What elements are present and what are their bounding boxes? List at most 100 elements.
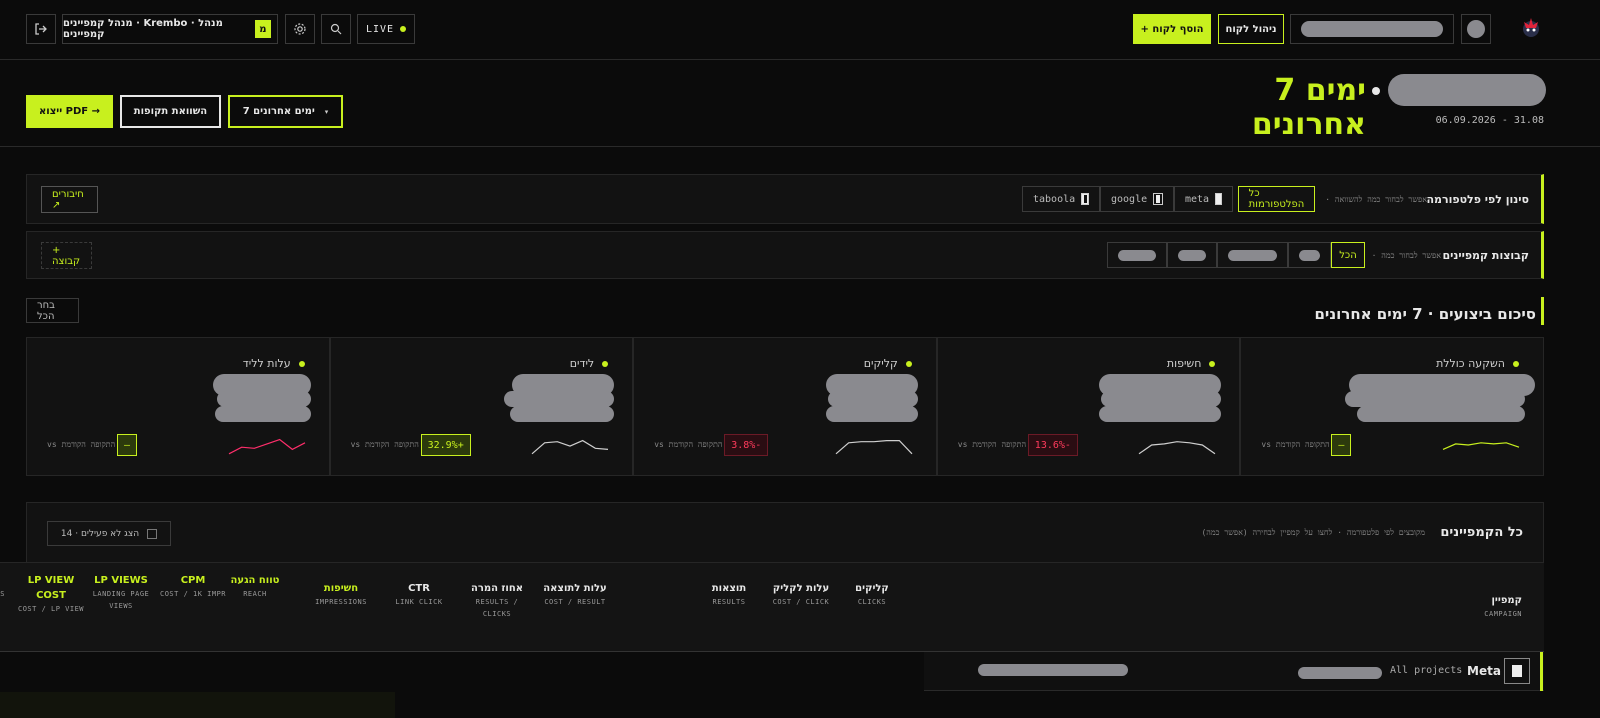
column-header-label: עלות לקליק (772, 583, 830, 594)
column-header-sublabel: REACH (243, 590, 267, 598)
column-header-label: אחוז המרה (470, 583, 524, 594)
column-header[interactable]: אחוז המרה RESULTS / CLICKS (464, 581, 530, 620)
add-group-button[interactable]: + קבוצה (41, 242, 92, 269)
campaign-groups-panel: קבוצות קמפיינים · אפשר לבחור כמה הכל + ק… (26, 231, 1544, 279)
chip-taboola-label: taboola (1033, 193, 1076, 205)
chip-taboola[interactable]: taboola (1022, 186, 1100, 212)
kpi-vs-label: vs התקופה הקודמת (1261, 440, 1330, 449)
taboola-icon (1081, 193, 1089, 205)
gear-icon[interactable] (285, 14, 315, 44)
column-header-sublabel: COST / RESULT (544, 598, 606, 606)
kpi-card[interactable]: עלות לליד — vs התקופה הקודמת (26, 337, 330, 476)
chip-google[interactable]: google (1100, 186, 1174, 212)
group-chip-1[interactable] (1288, 242, 1331, 268)
column-header-sublabel: CLICKS (857, 598, 887, 606)
client-title-redacted (1388, 74, 1546, 106)
column-header-label: CPM (180, 575, 206, 586)
column-header[interactable]: עלות לקליק COST / CLICK (768, 581, 834, 608)
chip-all-platforms[interactable]: כל הפלטפורמות (1238, 186, 1315, 212)
column-header[interactable]: חשיפות IMPRESSIONS (308, 581, 374, 608)
group-chip-2[interactable] (1217, 242, 1288, 268)
column-header-label: קמפיין (1491, 595, 1523, 606)
live-indicator[interactable]: LIVE (357, 14, 415, 44)
kpi-label: לידים (569, 357, 595, 370)
app-title: מנהל קמפיינים · Krembo · מנהל קמפיינים (63, 18, 223, 40)
kpi-label: חשיפות (1166, 357, 1202, 370)
kpi-value-redacted (214, 406, 311, 422)
column-header-label: LP VIEW COST (27, 575, 75, 601)
column-header[interactable]: קליקים CLICKS (839, 581, 905, 608)
date-range-select[interactable]: 7 ימים אחרונים ▾ (228, 95, 343, 128)
column-header[interactable]: קמפיין CAMPAIGN (1452, 593, 1522, 620)
kpi-vs-label: vs התקופה הקודמת (47, 440, 116, 449)
date-range-select-label: 7 ימים אחרונים (242, 106, 315, 117)
export-pdf-button[interactable]: ייצוא PDF → (26, 95, 113, 128)
manage-client-button[interactable]: ניהול לקוח (1218, 14, 1284, 44)
kpi-card[interactable]: לידים 32.9%+ vs התקופה הקודמת (329, 337, 634, 476)
groups-hint: · אפשר לבחור כמה (1371, 251, 1441, 260)
search-icon[interactable] (321, 14, 351, 44)
kpi-value-redacted (510, 406, 615, 422)
kpi-vs-label: vs התקופה הקודמת (957, 440, 1027, 449)
live-label: LIVE (365, 23, 395, 35)
compare-periods-button[interactable]: השוואת תקופות (120, 95, 221, 128)
column-header-label: קליקים (855, 583, 889, 594)
kpi-cards: השקעה כוללת — vs התקופה הקודמת חשיפות 13.6%-… (26, 337, 1544, 476)
column-header-sublabel: IMPRESSIONS (315, 598, 367, 606)
meta-platform-row[interactable]: All projects Meta (924, 652, 1544, 691)
row-accent (1540, 652, 1543, 691)
column-header-label: CTR (408, 583, 430, 594)
kpi-card[interactable]: חשיפות 13.6%- vs התקופה הקודמת (936, 337, 1241, 476)
chip-meta-label: meta (1185, 193, 1210, 205)
sparkline-path (531, 439, 609, 455)
header-divider (0, 146, 1600, 147)
column-header[interactable]: LP LTS LP IEWS (0, 573, 12, 600)
column-header[interactable]: טווח הגעה REACH (222, 573, 288, 600)
meta-projects-label: All projects (1390, 665, 1463, 676)
app-switcher[interactable]: מנהל קמפיינים · Krembo · מנהל קמפיינים מ (62, 14, 278, 44)
column-header-sublabel: LINK CLICK (395, 598, 443, 606)
kpi-delta-badge: — (1331, 434, 1352, 456)
kpi-card[interactable]: קליקים 3.8%- vs התקופה הקודמת (633, 337, 937, 476)
column-header-sublabel: COST / LP VIEW (18, 605, 85, 613)
groups-title: קבוצות קמפיינים (1442, 249, 1529, 262)
logout-icon[interactable] (26, 14, 56, 44)
select-all-button[interactable]: בחר הכל (26, 298, 79, 323)
group-chip-all[interactable]: הכל (1331, 242, 1365, 268)
column-header[interactable]: LP VIEWS LANDING PAGE VIEWS (88, 573, 154, 612)
kpi-value-redacted (1101, 391, 1222, 407)
column-header-label: עלות לתוצאה (543, 583, 607, 594)
add-client-button[interactable]: + הוסף לקוח (1133, 14, 1211, 44)
show-inactive-toggle[interactable]: הצג לא פעילים · 14 (47, 521, 171, 546)
kpi-sparkline (531, 439, 609, 455)
kpi-value-redacted (827, 391, 918, 407)
kpi-label: עלות לליד (242, 357, 291, 370)
column-header[interactable]: CPM COST / 1K IMPR (160, 573, 226, 600)
client-name-redacted (1301, 21, 1443, 37)
date-range: 06.09.2026 - 31.08 (1435, 115, 1544, 126)
kpi-sparkline (228, 438, 305, 455)
kpi-value-redacted (216, 391, 311, 407)
sparkline-path (228, 438, 305, 455)
column-header[interactable]: עלות לתוצאה COST / RESULT (542, 581, 608, 608)
meta-account-redacted (978, 664, 1128, 676)
column-header-label: תוצאות (711, 583, 747, 594)
live-dot (400, 26, 407, 32)
column-header[interactable]: LP VIEW COST COST / LP VIEW (18, 573, 84, 615)
checkbox-icon[interactable] (147, 528, 158, 539)
kpi-sparkline (1442, 442, 1520, 450)
kpi-value-redacted (1099, 406, 1222, 422)
chip-meta[interactable]: meta (1174, 186, 1233, 212)
column-header-label: טווח הגעה (230, 575, 280, 586)
group-chip-3[interactable] (1167, 242, 1217, 268)
group-chip-4[interactable] (1107, 242, 1167, 268)
avatar[interactable] (1461, 14, 1491, 44)
client-selector[interactable] (1290, 14, 1454, 44)
kpi-label: השקעה כוללת (1436, 357, 1505, 370)
column-header-sublabel: COST / 1K IMPR (160, 590, 227, 598)
kpi-delta-badge: — (117, 434, 138, 456)
kpi-card[interactable]: השקעה כוללת — vs התקופה הקודמת (1240, 337, 1544, 476)
column-header[interactable]: CTR LINK CLICK (386, 581, 452, 608)
column-header[interactable]: תוצאות RESULTS (696, 581, 762, 608)
connections-button[interactable]: חיבורים ↗ (41, 186, 98, 213)
